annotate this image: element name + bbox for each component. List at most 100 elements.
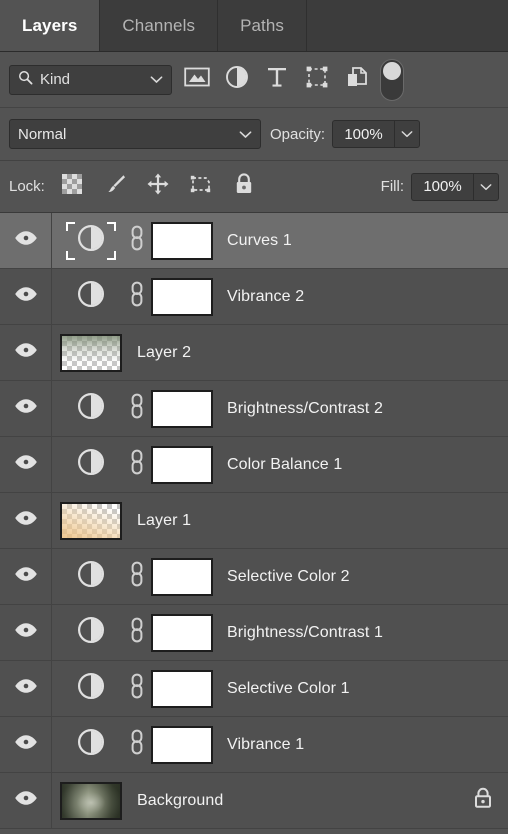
fill-dropdown-button[interactable] bbox=[473, 172, 499, 201]
layer-name[interactable]: Layer 1 bbox=[137, 512, 191, 530]
tab-layers[interactable]: Layers bbox=[0, 0, 101, 51]
layer-mask-thumbnail[interactable] bbox=[151, 725, 213, 764]
layer-thumbnail[interactable] bbox=[59, 443, 123, 487]
mask-link-toggle[interactable] bbox=[123, 393, 151, 424]
adjustment-thumbnail[interactable] bbox=[59, 611, 123, 655]
layer-visibility-toggle[interactable] bbox=[0, 213, 52, 268]
pixel-layer-thumbnail[interactable] bbox=[60, 501, 122, 540]
layer-row[interactable]: Selective Color 1 bbox=[0, 661, 508, 717]
layer-name[interactable]: Vibrance 2 bbox=[227, 288, 304, 306]
layer-visibility-toggle[interactable] bbox=[0, 661, 52, 716]
layer-thumbnail[interactable] bbox=[59, 781, 123, 820]
mask-link-toggle[interactable] bbox=[123, 225, 151, 256]
lock-position[interactable] bbox=[141, 170, 175, 204]
layer-name[interactable]: Brightness/Contrast 2 bbox=[227, 400, 383, 418]
layer-mask-thumbnail[interactable] bbox=[151, 221, 213, 260]
filter-type-layers[interactable] bbox=[260, 63, 294, 97]
filter-pixel-layers[interactable] bbox=[180, 63, 214, 97]
pixel-layer-thumbnail[interactable] bbox=[60, 333, 122, 372]
layer-name[interactable]: Vibrance 1 bbox=[227, 736, 304, 754]
fill-input[interactable]: 100% bbox=[411, 172, 473, 201]
layer-row[interactable]: Background bbox=[0, 773, 508, 829]
chevron-down-icon[interactable] bbox=[239, 126, 252, 143]
layer-name[interactable]: Background bbox=[137, 792, 223, 810]
layer-row[interactable]: Layer 1 bbox=[0, 493, 508, 549]
layer-visibility-toggle[interactable] bbox=[0, 269, 52, 324]
layer-content: Selective Color 2 bbox=[52, 549, 508, 604]
chevron-down-icon[interactable] bbox=[150, 71, 163, 88]
layer-content: Layer 2 bbox=[52, 325, 508, 380]
layer-visibility-toggle[interactable] bbox=[0, 549, 52, 604]
filter-enable-toggle[interactable] bbox=[380, 58, 404, 101]
mask-link-toggle[interactable] bbox=[123, 449, 151, 480]
tab-channels[interactable]: Channels bbox=[100, 0, 219, 51]
background-layer-thumbnail[interactable] bbox=[60, 781, 122, 820]
layer-thumbnail[interactable] bbox=[59, 219, 123, 263]
lock-all[interactable] bbox=[227, 170, 261, 204]
blend-mode-value: Normal bbox=[18, 125, 67, 143]
layer-row[interactable]: Layer 2 bbox=[0, 325, 508, 381]
layer-name[interactable]: Selective Color 2 bbox=[227, 568, 350, 586]
tab-paths[interactable]: Paths bbox=[218, 0, 308, 51]
adjustment-thumbnail[interactable] bbox=[59, 219, 123, 263]
mask-link-toggle[interactable] bbox=[123, 281, 151, 312]
layer-row[interactable]: Selective Color 2 bbox=[0, 549, 508, 605]
fill-control: 100% bbox=[411, 172, 499, 201]
mask-link-toggle[interactable] bbox=[123, 561, 151, 592]
layer-row[interactable]: Vibrance 1 bbox=[0, 717, 508, 773]
opacity-input[interactable]: 100% bbox=[332, 120, 395, 148]
layer-thumbnail[interactable] bbox=[59, 275, 123, 319]
filter-smart-objects[interactable] bbox=[340, 63, 374, 97]
layer-mask-thumbnail[interactable] bbox=[151, 557, 213, 596]
filter-kind-select[interactable]: Kind bbox=[9, 64, 172, 95]
adjustment-thumbnail[interactable] bbox=[59, 275, 123, 319]
selection-bracket-br bbox=[107, 250, 116, 260]
layer-visibility-toggle[interactable] bbox=[0, 493, 52, 548]
image-icon bbox=[184, 66, 210, 93]
lock-transparent-pixels[interactable] bbox=[55, 170, 89, 204]
blend-mode-select[interactable]: Normal bbox=[9, 119, 261, 149]
layer-thumbnail[interactable] bbox=[59, 333, 123, 372]
layer-visibility-toggle[interactable] bbox=[0, 437, 52, 492]
layer-mask-thumbnail[interactable] bbox=[151, 277, 213, 316]
opacity-dropdown-button[interactable] bbox=[394, 120, 421, 148]
layer-name[interactable]: Brightness/Contrast 1 bbox=[227, 624, 383, 642]
layer-visibility-toggle[interactable] bbox=[0, 325, 52, 380]
layer-thumbnail[interactable] bbox=[59, 501, 123, 540]
layer-name[interactable]: Layer 2 bbox=[137, 344, 191, 362]
mask-link-toggle[interactable] bbox=[123, 617, 151, 648]
layer-thumbnail[interactable] bbox=[59, 555, 123, 599]
layer-row[interactable]: Color Balance 1 bbox=[0, 437, 508, 493]
layer-visibility-toggle[interactable] bbox=[0, 773, 52, 828]
adjustment-thumbnail[interactable] bbox=[59, 387, 123, 431]
filter-shape-layers[interactable] bbox=[300, 63, 334, 97]
layer-row[interactable]: Vibrance 2 bbox=[0, 269, 508, 325]
layer-mask-thumbnail[interactable] bbox=[151, 669, 213, 708]
layer-visibility-toggle[interactable] bbox=[0, 605, 52, 660]
tab-bar-filler bbox=[307, 0, 508, 51]
layer-thumbnail[interactable] bbox=[59, 611, 123, 655]
adjustment-thumbnail[interactable] bbox=[59, 555, 123, 599]
mask-link-toggle[interactable] bbox=[123, 729, 151, 760]
layer-row[interactable]: Brightness/Contrast 1 bbox=[0, 605, 508, 661]
layer-row[interactable]: Curves 1 bbox=[0, 213, 508, 269]
adjustment-thumbnail[interactable] bbox=[59, 667, 123, 711]
adjustment-thumbnail[interactable] bbox=[59, 723, 123, 767]
layer-thumbnail[interactable] bbox=[59, 387, 123, 431]
lock-image-pixels[interactable] bbox=[98, 170, 132, 204]
lock-artboard-nesting[interactable] bbox=[184, 170, 218, 204]
layer-thumbnail[interactable] bbox=[59, 723, 123, 767]
mask-link-toggle[interactable] bbox=[123, 673, 151, 704]
layer-visibility-toggle[interactable] bbox=[0, 717, 52, 772]
filter-adjustment-layers[interactable] bbox=[220, 63, 254, 97]
layer-row[interactable]: Brightness/Contrast 2 bbox=[0, 381, 508, 437]
layer-thumbnail[interactable] bbox=[59, 667, 123, 711]
layer-mask-thumbnail[interactable] bbox=[151, 389, 213, 428]
layer-visibility-toggle[interactable] bbox=[0, 381, 52, 436]
layer-name[interactable]: Curves 1 bbox=[227, 232, 292, 250]
layer-mask-thumbnail[interactable] bbox=[151, 445, 213, 484]
layer-name[interactable]: Selective Color 1 bbox=[227, 680, 350, 698]
layer-mask-thumbnail[interactable] bbox=[151, 613, 213, 652]
layer-name[interactable]: Color Balance 1 bbox=[227, 456, 342, 474]
adjustment-thumbnail[interactable] bbox=[59, 443, 123, 487]
